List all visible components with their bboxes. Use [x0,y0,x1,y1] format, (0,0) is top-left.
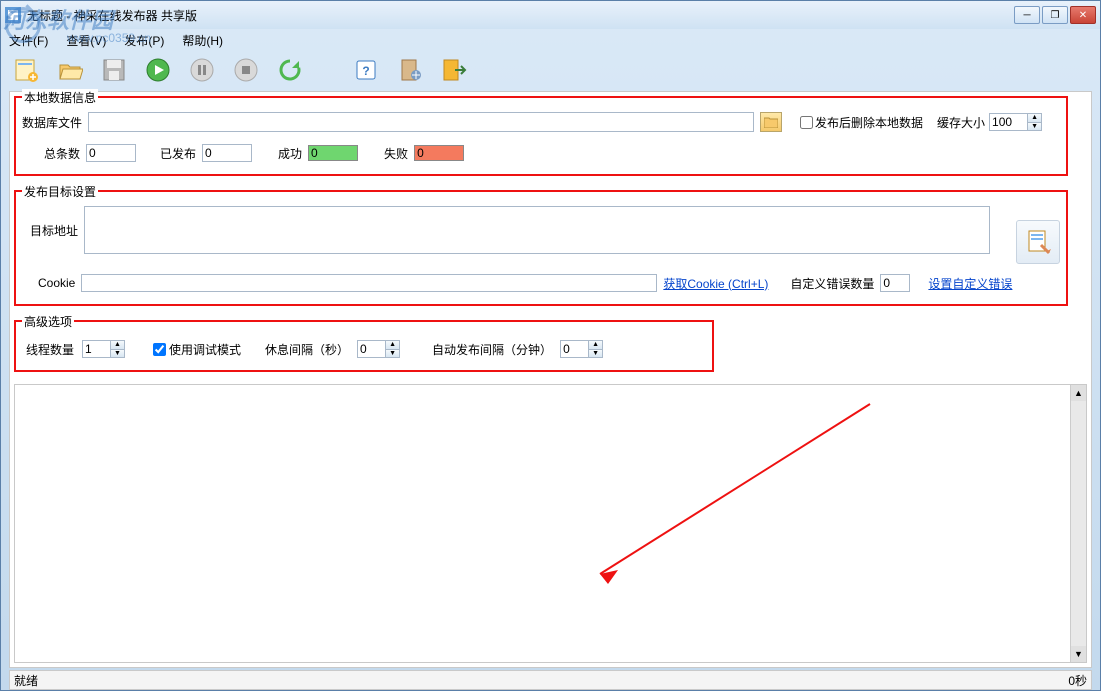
toolbar: ? [1,51,1100,89]
section2-legend: 发布目标设置 [22,183,98,200]
play-button[interactable] [143,55,173,85]
dbfile-input[interactable] [88,112,754,132]
auto-spinner[interactable]: ▲▼ [588,340,603,358]
menu-publish[interactable]: 发布(P) [124,32,164,49]
fail-value: 0 [414,145,464,161]
close-button[interactable]: ✕ [1070,6,1096,24]
maximize-button[interactable]: ❐ [1042,6,1068,24]
settings-button[interactable] [395,55,425,85]
client-area: 本地数据信息 数据库文件 发布后删除本地数据 缓存大小 ▲▼ 总条数 已发布 [9,91,1092,668]
app-window: 河东软件园 www.pc0359.cn 无标题 - 神采在线发布器 共享版 ─ … [0,0,1101,691]
get-cookie-link[interactable]: 获取Cookie (Ctrl+L) [663,275,768,292]
svg-text:?: ? [362,64,369,78]
published-value [202,144,252,162]
menu-help[interactable]: 帮助(H) [182,32,223,49]
error-count-label: 自定义错误数量 [790,275,874,292]
scroll-down-button[interactable]: ▼ [1071,646,1086,662]
save-button[interactable] [99,55,129,85]
section3-legend: 高级选项 [22,313,74,330]
new-button[interactable] [11,55,41,85]
total-label: 总条数 [44,145,80,162]
scrollbar[interactable]: ▲ ▼ [1070,385,1086,662]
auto-label: 自动发布间隔（分钟） [432,341,552,358]
threads-label: 线程数量 [26,341,74,358]
delete-after-checkbox[interactable] [800,116,813,129]
cache-input[interactable] [989,113,1027,131]
cookie-input[interactable] [81,274,657,292]
auto-input[interactable] [560,340,588,358]
browse-button[interactable] [760,112,782,132]
minimize-button[interactable]: ─ [1014,6,1040,24]
refresh-button[interactable] [275,55,305,85]
log-area[interactable]: ▲ ▼ [14,384,1087,663]
section-publish-target: 发布目标设置 目标地址 Cookie 获取Cookie (Ctrl+L) 自定义… [14,190,1068,306]
error-count-input[interactable] [880,274,910,292]
rest-input[interactable] [357,340,385,358]
status-left: 就绪 [14,672,38,689]
status-right: 0秒 [1068,672,1087,689]
delete-after-label: 发布后删除本地数据 [815,114,923,131]
cache-spinner[interactable]: ▲▼ [1027,113,1042,131]
threads-input[interactable] [82,340,110,358]
set-error-link[interactable]: 设置自定义错误 [928,275,1012,292]
titlebar[interactable]: 无标题 - 神采在线发布器 共享版 ─ ❐ ✕ [1,1,1100,29]
open-button[interactable] [55,55,85,85]
cookie-label: Cookie [38,276,75,290]
threads-spinner[interactable]: ▲▼ [110,340,125,358]
success-value: 0 [308,145,358,161]
stop-button[interactable] [231,55,261,85]
menu-view[interactable]: 查看(V) [66,32,106,49]
total-value [86,144,136,162]
pause-button[interactable] [187,55,217,85]
cache-label: 缓存大小 [937,114,985,131]
exit-button[interactable] [439,55,469,85]
statusbar: 就绪 0秒 [9,670,1092,690]
published-label: 已发布 [160,145,196,162]
help-button[interactable]: ? [351,55,381,85]
config-button[interactable] [1016,220,1060,264]
scroll-up-button[interactable]: ▲ [1071,385,1086,401]
menubar: 文件(F) 查看(V) 发布(P) 帮助(H) [1,29,1100,51]
window-title: 无标题 - 神采在线发布器 共享版 [27,7,1014,24]
rest-label: 休息间隔（秒） [265,341,349,358]
debug-label: 使用调试模式 [169,341,241,358]
section-advanced: 高级选项 线程数量 ▲▼ 使用调试模式 休息间隔（秒） ▲▼ 自动发布间隔（分钟… [14,320,714,372]
success-label: 成功 [278,145,302,162]
target-input[interactable] [84,206,990,254]
fail-label: 失败 [384,145,408,162]
target-label: 目标地址 [30,222,78,239]
rest-spinner[interactable]: ▲▼ [385,340,400,358]
menu-file[interactable]: 文件(F) [9,32,48,49]
section-local-data: 本地数据信息 数据库文件 发布后删除本地数据 缓存大小 ▲▼ 总条数 已发布 [14,96,1068,176]
dbfile-label: 数据库文件 [22,114,82,131]
section1-legend: 本地数据信息 [22,89,98,106]
debug-checkbox[interactable] [153,343,166,356]
app-icon [5,7,21,23]
